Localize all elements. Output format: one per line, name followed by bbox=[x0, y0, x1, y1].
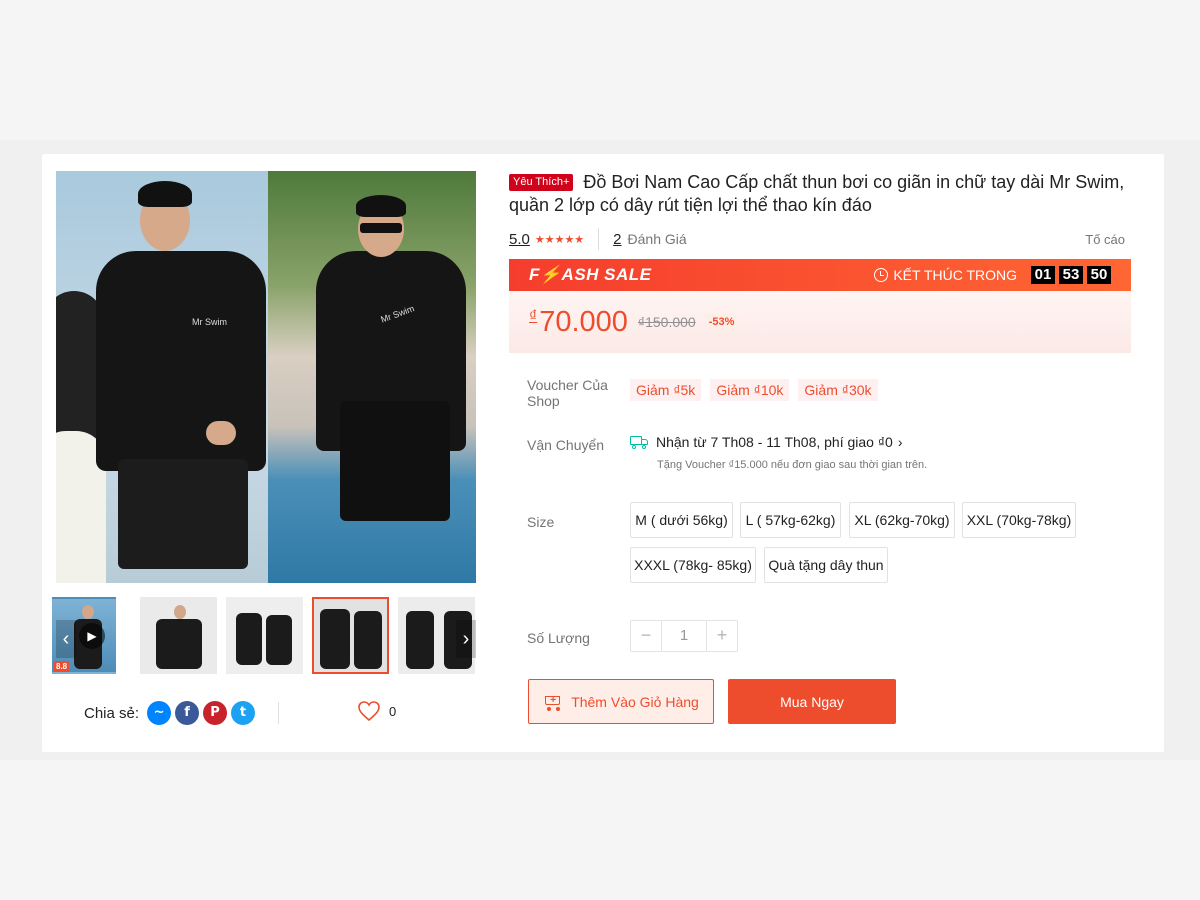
facebook-icon[interactable]: f bbox=[175, 701, 200, 725]
thumbnail-4-selected[interactable] bbox=[312, 597, 389, 674]
pinterest-icon[interactable]: P bbox=[203, 701, 228, 725]
original-price: ₫150.000 bbox=[637, 314, 696, 330]
sale-badge: 8.8 bbox=[54, 661, 70, 672]
prev-arrow-icon[interactable]: ‹ bbox=[56, 620, 76, 658]
rating-row: 5.0 ★★★★★ 2 Đánh Giá Tố cáo bbox=[509, 228, 1131, 250]
thumbnail-strip: ‹ ▶ 8.8 › bbox=[52, 594, 476, 674]
twitter-icon[interactable]: t bbox=[231, 701, 256, 725]
review-count[interactable]: 2 bbox=[613, 231, 621, 248]
increase-button[interactable]: + bbox=[707, 621, 737, 651]
messenger-icon[interactable]: ~ bbox=[147, 701, 172, 725]
play-icon: ▶ bbox=[79, 623, 105, 649]
add-to-cart-label: Thêm Vào Giỏ Hàng bbox=[571, 693, 699, 710]
chevron-right-icon: › bbox=[897, 434, 903, 450]
truck-icon bbox=[630, 435, 650, 449]
discount-badge: -53% bbox=[705, 314, 738, 330]
like-count: 0 bbox=[389, 703, 397, 719]
heart-icon bbox=[358, 701, 380, 722]
size-label: Size bbox=[527, 514, 555, 530]
thumbnail-3[interactable] bbox=[226, 597, 303, 674]
clock-icon bbox=[874, 268, 889, 282]
countdown: KẾT THÚC TRONG 01 53 50 bbox=[874, 266, 1111, 284]
size-option-xxl[interactable]: XXL (70kg-78kg) bbox=[962, 502, 1076, 538]
share-label: Chia sẻ: bbox=[84, 704, 140, 722]
like-button[interactable]: 0 bbox=[357, 700, 396, 722]
countdown-label: KẾT THÚC TRONG bbox=[893, 267, 1017, 283]
voucher-label: Voucher Của Shop bbox=[527, 377, 608, 409]
size-option-gift[interactable]: Quà tặng dây thun bbox=[764, 547, 888, 583]
model-photo-left: Mr Swim bbox=[56, 171, 268, 583]
sunglasses bbox=[360, 223, 402, 233]
quantity-stepper: − 1 + bbox=[630, 620, 738, 652]
cart-add-icon: + bbox=[543, 693, 563, 711]
add-to-cart-button[interactable]: + Thêm Vào Giỏ Hàng bbox=[528, 679, 714, 724]
price-box: ₫ 70.000 ₫150.000 -53% bbox=[509, 291, 1131, 353]
voucher-chip[interactable]: Giảm ₫10k bbox=[710, 379, 790, 401]
size-option-l[interactable]: L ( 57kg-62kg) bbox=[740, 502, 841, 538]
flash-sale-title: F⚡ASH SALE bbox=[529, 265, 652, 284]
current-price: 70.000 bbox=[539, 305, 628, 338]
star-rating-icon: ★★★★★ bbox=[534, 233, 585, 246]
product-card: Mr Swim Mr Swim ‹ ▶ 8.8 › Chia sẻ: ~ f P… bbox=[42, 154, 1164, 752]
quantity-label: Số Lượng bbox=[527, 630, 590, 646]
product-title: Yêu Thích+ Đồ Bơi Nam Cao Cấp chất thun b… bbox=[509, 171, 1131, 217]
shipping-voucher-note: Tặng Voucher ₫15.000 nếu đơn giao sau th… bbox=[657, 459, 928, 471]
shipping-info[interactable]: Nhận từ 7 Th08 - 11 Th08, phí giao ₫0 › … bbox=[630, 434, 927, 471]
preferred-badge: Yêu Thích+ bbox=[509, 174, 574, 191]
buy-now-button[interactable]: Mua Ngay bbox=[728, 679, 896, 724]
voucher-chip[interactable]: Giảm ₫30k bbox=[798, 379, 878, 401]
quantity-input[interactable]: 1 bbox=[661, 621, 707, 651]
next-arrow-icon[interactable]: › bbox=[456, 620, 476, 658]
countdown-minutes: 53 bbox=[1059, 266, 1083, 284]
review-label: Đánh Giá bbox=[627, 231, 687, 247]
voucher-list: Giảm ₫5k Giảm ₫10k Giảm ₫30k bbox=[630, 379, 887, 401]
countdown-seconds: 50 bbox=[1087, 266, 1111, 284]
share-row: Chia sẻ: ~ f P t bbox=[84, 701, 256, 725]
report-link[interactable]: Tố cáo bbox=[1085, 232, 1125, 247]
size-option-m[interactable]: M ( dưới 56kg) bbox=[630, 502, 733, 538]
product-main-image[interactable]: Mr Swim Mr Swim bbox=[56, 171, 476, 583]
brand-print: Mr Swim bbox=[192, 317, 227, 327]
currency-symbol: ₫ bbox=[529, 308, 538, 325]
buy-now-label: Mua Ngay bbox=[780, 693, 844, 710]
size-option-xl[interactable]: XL (62kg-70kg) bbox=[849, 502, 955, 538]
product-info: Yêu Thích+ Đồ Bơi Nam Cao Cấp chất thun b… bbox=[509, 171, 1131, 724]
countdown-hours: 01 bbox=[1031, 266, 1055, 284]
model-photo-right: Mr Swim bbox=[268, 171, 476, 583]
thumbnail-2[interactable] bbox=[140, 597, 217, 674]
voucher-chip[interactable]: Giảm ₫5k bbox=[630, 379, 702, 401]
shipping-estimate: Nhận từ 7 Th08 - 11 Th08, phí giao ₫0 bbox=[656, 434, 893, 450]
product-title-text: Đồ Bơi Nam Cao Cấp chất thun bơi co giãn… bbox=[509, 172, 1125, 215]
flash-sale-bar: F⚡ASH SALE KẾT THÚC TRONG 01 53 50 bbox=[509, 259, 1131, 291]
size-option-xxxl[interactable]: XXXL (78kg- 85kg) bbox=[630, 547, 756, 583]
divider bbox=[278, 702, 279, 724]
decrease-button[interactable]: − bbox=[631, 621, 661, 651]
shipping-label: Vận Chuyển bbox=[527, 437, 605, 453]
rating-value[interactable]: 5.0 bbox=[509, 231, 530, 248]
